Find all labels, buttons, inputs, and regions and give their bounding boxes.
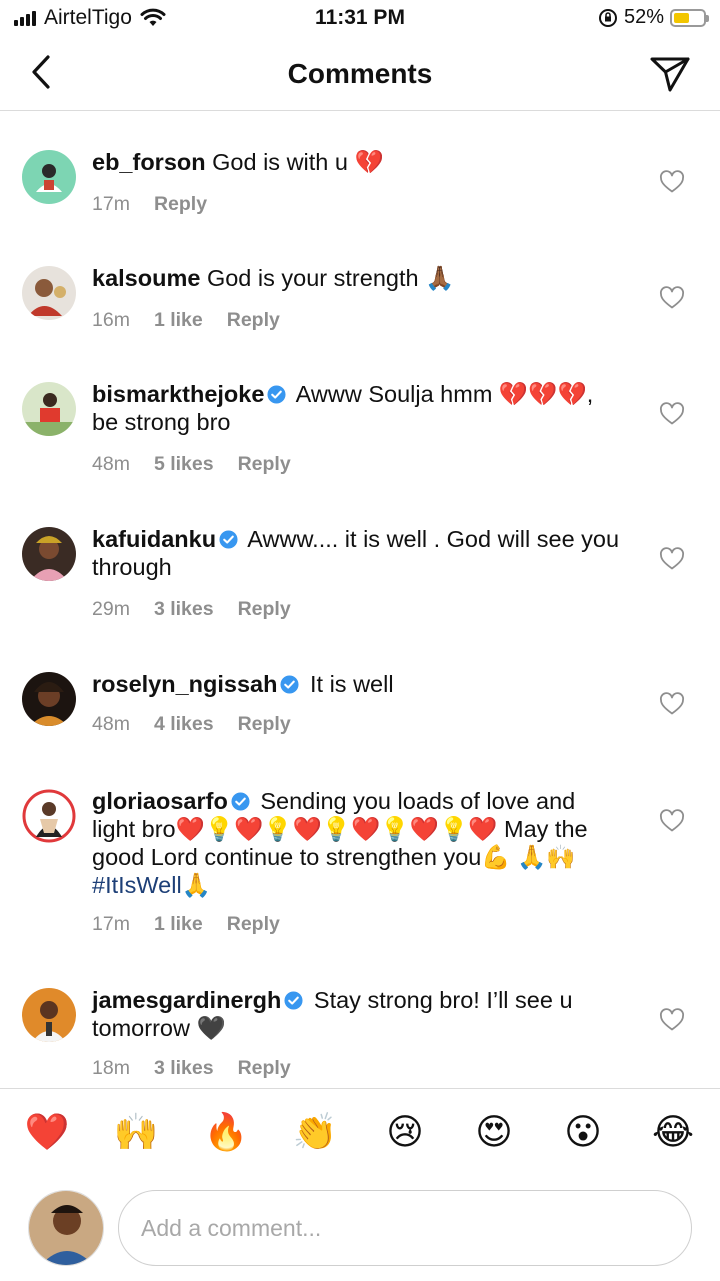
comment-time: 16m: [92, 309, 130, 331]
verified-badge-icon: [231, 792, 250, 811]
comment-item: bismarkthejoke Awww Soulja hmm 💔💔💔, be s…: [0, 378, 720, 478]
avatar[interactable]: [22, 789, 76, 843]
reply-button[interactable]: Reply: [154, 193, 207, 216]
reply-button[interactable]: Reply: [238, 1057, 291, 1080]
reply-button[interactable]: Reply: [238, 598, 291, 621]
comment-item: gloriaosarfo Sending you loads of love a…: [0, 785, 720, 945]
comment-likes[interactable]: 5 likes: [154, 453, 214, 476]
avatar[interactable]: [22, 266, 76, 320]
avatar[interactable]: [22, 382, 76, 436]
avatar[interactable]: [22, 988, 76, 1042]
status-right: 52%: [598, 6, 709, 29]
comment-meta: 18m 3 likes Reply: [92, 1057, 291, 1080]
emoji-fire-button[interactable]: 🔥: [202, 1109, 250, 1157]
emoji-heart-button[interactable]: ❤️: [23, 1109, 71, 1157]
comment-username[interactable]: jamesgardinergh: [92, 987, 281, 1013]
heart-outline-icon[interactable]: [659, 170, 685, 194]
heart-outline-icon[interactable]: [659, 547, 685, 571]
comment-text: eb_forson God is with u 💔: [92, 148, 622, 176]
paper-plane-icon[interactable]: [648, 52, 692, 96]
nav-bar: Comments: [0, 36, 720, 111]
comment-username[interactable]: bismarkthejoke: [92, 381, 264, 407]
comment-likes[interactable]: 1 like: [154, 913, 203, 936]
avatar[interactable]: [22, 672, 76, 726]
comment-item: jamesgardinergh Stay strong bro! I’ll se…: [0, 984, 720, 1084]
emoji-crying-button[interactable]: 😢: [381, 1109, 429, 1157]
battery-percent: 52%: [623, 6, 664, 28]
comment-likes[interactable]: 3 likes: [154, 598, 214, 621]
verified-badge-icon: [284, 991, 303, 1010]
comment-text: jamesgardinergh Stay strong bro! I’ll se…: [92, 986, 622, 1042]
emoji-quick-bar: ❤️ 🙌 🔥 👏 😢 😍 😮 😂: [0, 1109, 720, 1165]
comment-item: kafuidanku Awww.... it is well . God wil…: [0, 523, 720, 623]
heart-outline-icon[interactable]: [659, 286, 685, 310]
heart-outline-icon[interactable]: [659, 402, 685, 426]
comment-meta: 17m 1 like Reply: [92, 913, 280, 936]
comment-meta: 17m Reply: [92, 193, 207, 216]
reply-button[interactable]: Reply: [227, 913, 280, 936]
comment-composer: ❤️ 🙌 🔥 👏 😢 😍 😮 😂: [0, 1088, 720, 1281]
emoji-raised-hands-button[interactable]: 🙌: [112, 1109, 160, 1157]
page-title: Comments: [287, 58, 433, 89]
reply-button[interactable]: Reply: [227, 309, 280, 332]
avatar[interactable]: [22, 527, 76, 581]
avatar[interactable]: [22, 150, 76, 204]
comment-username[interactable]: roselyn_ngissah: [92, 671, 277, 697]
heart-outline-icon[interactable]: [659, 809, 685, 833]
emoji-heart-eyes-button[interactable]: 😍: [470, 1109, 518, 1157]
heart-outline-icon[interactable]: [659, 692, 685, 716]
comment-text: gloriaosarfo Sending you loads of love a…: [92, 787, 622, 899]
emoji-surprised-button[interactable]: 😮: [559, 1109, 607, 1157]
comment-meta: 29m 3 likes Reply: [92, 598, 291, 621]
comment-text: roselyn_ngissah It is well: [92, 670, 622, 698]
emoji-clap-button[interactable]: 👏: [291, 1109, 339, 1157]
comment-username[interactable]: eb_forson: [92, 149, 206, 175]
comment-meta: 16m 1 like Reply: [92, 309, 280, 332]
status-bar: AirtelTigo 11:31 PM 52%: [0, 0, 720, 36]
comment-likes[interactable]: 4 likes: [154, 713, 214, 736]
verified-badge-icon: [267, 385, 286, 404]
comment-text: kalsoume God is your strength 🙏🏾: [92, 264, 622, 292]
comment-likes[interactable]: 1 like: [154, 309, 203, 332]
comment-time: 29m: [92, 598, 130, 620]
comment-username[interactable]: kafuidanku: [92, 526, 216, 552]
battery-level: [674, 12, 689, 23]
comment-text: kafuidanku Awww.... it is well . God wil…: [92, 525, 622, 581]
comment-username[interactable]: gloriaosarfo: [92, 788, 228, 814]
comment-time: 48m: [92, 713, 130, 735]
orientation-lock-icon: [598, 8, 617, 27]
hashtag-link[interactable]: #ItIsWell: [92, 872, 182, 898]
verified-badge-icon: [280, 675, 299, 694]
comment-body-tail: 🙏: [181, 872, 211, 898]
battery-icon: [670, 8, 709, 27]
comment-likes[interactable]: 3 likes: [154, 1057, 214, 1080]
comment-time: 17m: [92, 193, 130, 215]
comment-body: God is with u 💔: [212, 149, 384, 175]
comment-text: bismarkthejoke Awww Soulja hmm 💔💔💔, be s…: [92, 380, 622, 436]
comment-meta: 48m 4 likes Reply: [92, 713, 291, 736]
comment-username[interactable]: kalsoume: [92, 265, 200, 291]
verified-badge-icon: [219, 530, 238, 549]
heart-outline-icon[interactable]: [659, 1008, 685, 1032]
comment-body: It is well: [310, 671, 394, 697]
comment-time: 17m: [92, 913, 130, 935]
comment-item: roselyn_ngissah It is well 48m 4 likes R…: [0, 668, 720, 748]
reply-button[interactable]: Reply: [238, 453, 291, 476]
comment-body: God is your strength 🙏🏾: [206, 265, 455, 291]
comment-meta: 48m 5 likes Reply: [92, 453, 291, 476]
comment-time: 18m: [92, 1057, 130, 1079]
current-user-avatar: [28, 1190, 104, 1266]
reply-button[interactable]: Reply: [238, 713, 291, 736]
add-comment-input[interactable]: [118, 1190, 692, 1266]
emoji-laughing-button[interactable]: 😂: [649, 1109, 697, 1157]
comment-item: eb_forson God is with u 💔 17m Reply: [0, 146, 720, 226]
comment-item: kalsoume God is your strength 🙏🏾 16m 1 l…: [0, 262, 720, 342]
comment-time: 48m: [92, 453, 130, 475]
